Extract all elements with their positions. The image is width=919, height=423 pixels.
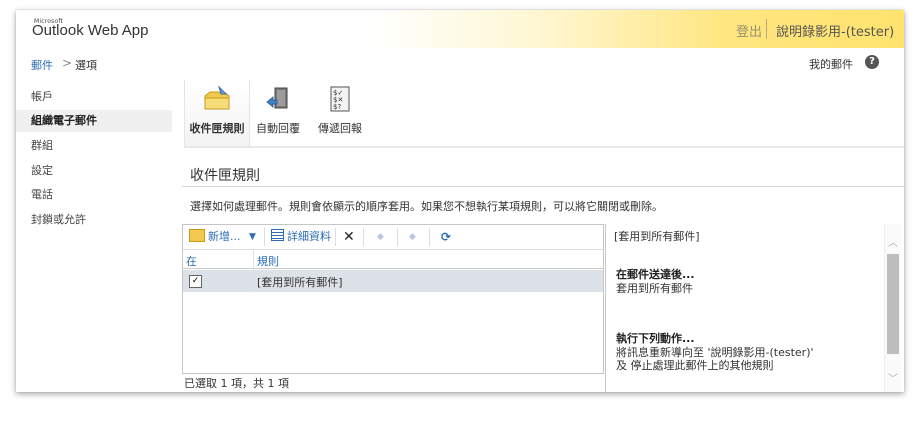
selection-status: 已選取 1 項，共 1 項	[184, 377, 289, 390]
toolbar-separator	[397, 228, 398, 246]
toolbar-separator	[429, 228, 430, 246]
nav-item-phone[interactable]: 電話	[16, 184, 172, 206]
page-title: 收件匣規則	[190, 168, 260, 184]
detail-condition-text: 套用到所有郵件	[616, 282, 693, 295]
nav-item-account[interactable]: 帳戶	[16, 86, 172, 108]
new-rule-label: 新增...	[208, 230, 241, 243]
svg-text:$?: $?	[333, 103, 341, 111]
scroll-thumb[interactable]	[887, 254, 899, 354]
auto-reply-icon	[263, 84, 293, 114]
chevron-down-icon: ▼	[249, 232, 256, 242]
tab-auto-reply[interactable]: 自動回覆	[254, 80, 302, 146]
tab-auto-reply-label: 自動回覆	[256, 122, 300, 135]
signout-link[interactable]: 登出	[736, 21, 762, 40]
app-header: Microsoft Outlook Web App 登出 說明錄影用-(test…	[16, 10, 904, 48]
new-rule-icon	[189, 229, 205, 242]
detail-scrollbar[interactable]: ︿ ﹀	[884, 224, 901, 392]
help-icon[interactable]: ?	[865, 55, 879, 69]
table-row[interactable]: ✓ [套用到所有郵件]	[183, 270, 603, 292]
rule-enabled-checkbox[interactable]: ✓	[189, 275, 202, 288]
app-window: Microsoft Outlook Web App 登出 說明錄影用-(test…	[16, 10, 904, 392]
breadcrumb-options: 選項	[75, 59, 97, 72]
breadcrumb: 郵件 > 選項 我的郵件 ?	[16, 48, 904, 78]
move-down-icon: ◆	[409, 232, 416, 242]
tab-delivery-report-label: 傳遞回報	[318, 122, 362, 135]
header-divider	[766, 19, 767, 39]
detail-title: [套用到所有郵件]	[614, 230, 700, 243]
move-up-button[interactable]: ◆	[377, 229, 384, 245]
rules-list-panel: 新增... ▼ 詳細資料 ✕ ◆ ◆ ⟳ 在 規則 ✓ [套用到所有郵件]	[182, 224, 604, 374]
page-description: 選擇如何處理郵件。規則會依顯示的順序套用。如果您不想執行某項規則，可以將它關閉或…	[190, 200, 663, 213]
delete-icon: ✕	[343, 229, 355, 245]
scroll-up-icon[interactable]: ︿	[888, 234, 898, 249]
title-divider	[182, 186, 904, 187]
rule-name: [套用到所有郵件]	[257, 276, 343, 289]
tab-delivery-report[interactable]: $✓ $✕ $? 傳遞回報	[312, 80, 368, 146]
nav-item-block-allow[interactable]: 封鎖或允許	[16, 209, 172, 231]
tab-divider	[184, 146, 904, 148]
toolbar-separator	[264, 228, 265, 246]
delivery-report-icon: $✓ $✕ $?	[325, 84, 355, 114]
tab-inbox-rules-label: 收件匣規則	[189, 122, 245, 135]
column-rule-header[interactable]: 規則	[257, 253, 279, 269]
app-logo: Outlook Web App	[32, 22, 149, 39]
inbox-rules-icon	[202, 84, 232, 114]
nav-item-settings[interactable]: 設定	[16, 160, 172, 182]
user-name[interactable]: 說明錄影用-(tester)	[776, 21, 894, 40]
nav-item-organize-email[interactable]: 組織電子郵件	[16, 110, 172, 132]
refresh-button[interactable]: ⟳	[441, 229, 451, 245]
detail-action-text-2: 及 停止處理此郵件上的其他規則	[616, 359, 774, 372]
details-button[interactable]: 詳細資料	[271, 229, 331, 245]
delete-button[interactable]: ✕	[343, 229, 355, 245]
header-divider	[183, 268, 603, 269]
move-up-icon: ◆	[377, 232, 384, 242]
rules-toolbar: 新增... ▼ 詳細資料 ✕ ◆ ◆ ⟳	[183, 225, 603, 250]
scroll-down-icon[interactable]: ﹀	[888, 370, 898, 385]
move-down-button[interactable]: ◆	[409, 229, 416, 245]
details-label: 詳細資料	[287, 230, 331, 243]
toolbar-separator	[363, 228, 364, 246]
my-mail-link[interactable]: 我的郵件	[809, 56, 853, 72]
rules-column-headers: 在 規則	[183, 250, 603, 268]
details-icon	[271, 229, 284, 241]
refresh-icon: ⟳	[441, 230, 452, 244]
nav-item-groups[interactable]: 群組	[16, 135, 172, 157]
breadcrumb-separator: >	[62, 56, 73, 70]
tab-inbox-rules[interactable]: 收件匣規則	[184, 80, 250, 146]
rule-detail-panel: [套用到所有郵件] 在郵件送達後... 套用到所有郵件 執行下列動作... 將訊…	[605, 224, 884, 392]
toolbar-separator	[335, 228, 336, 246]
column-enabled-header[interactable]: 在	[186, 253, 197, 269]
new-rule-dropdown[interactable]: ▼	[249, 229, 256, 245]
new-rule-button[interactable]: 新增...	[189, 229, 255, 245]
breadcrumb-mail-link[interactable]: 郵件	[31, 57, 53, 73]
